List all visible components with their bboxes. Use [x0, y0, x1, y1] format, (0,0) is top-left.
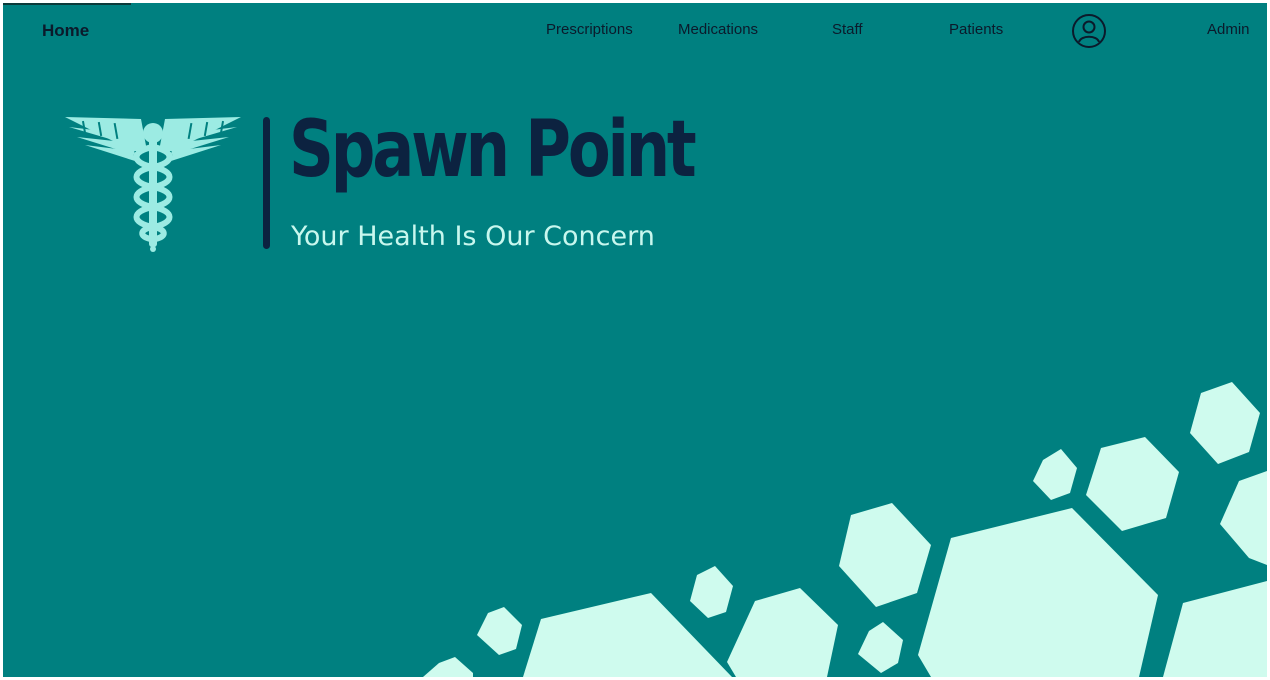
home-page: Home Prescriptions Medications Staff Pat… — [3, 3, 1267, 677]
hexagon-decoration — [423, 382, 1267, 677]
